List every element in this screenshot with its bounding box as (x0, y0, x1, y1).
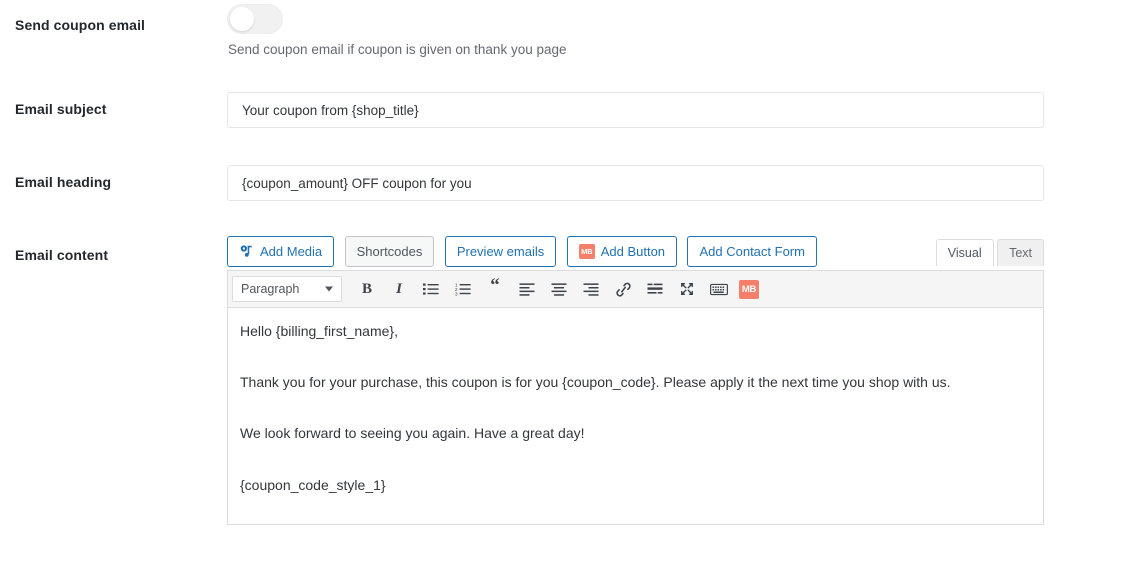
toggle-knob (230, 7, 254, 31)
add-button-button[interactable]: MB Add Button (566, 236, 678, 267)
insert-link-icon[interactable] (611, 276, 635, 302)
settings-page: Send coupon email Send coupon email if c… (0, 0, 1148, 564)
email-heading-label: Email heading (15, 174, 112, 190)
paragraph-format-select[interactable]: Paragraph (232, 276, 342, 302)
send-coupon-email-toggle[interactable] (227, 4, 283, 34)
email-heading-input[interactable] (227, 165, 1044, 201)
chevron-down-icon (325, 286, 333, 292)
email-content-editor: Add Media Shortcodes Preview emails MB A… (227, 236, 1044, 526)
editor-media-bar: Add Media Shortcodes Preview emails MB A… (227, 236, 1044, 270)
align-left-icon[interactable] (515, 276, 539, 302)
add-media-label: Add Media (260, 244, 323, 259)
numbered-list-icon[interactable]: 1 2 3 (451, 276, 475, 302)
read-more-icon[interactable] (643, 276, 667, 302)
svg-text:3: 3 (455, 291, 458, 296)
editor-paragraph: Thank you for your purchase, this coupon… (240, 374, 951, 391)
email-subject-label: Email subject (15, 101, 107, 117)
add-contact-form-label: Add Contact Form (699, 244, 805, 259)
add-media-button[interactable]: Add Media (227, 236, 335, 267)
email-subject-input[interactable] (227, 92, 1044, 128)
preview-emails-button[interactable]: Preview emails (444, 236, 557, 267)
editor-paragraph: Hello {billing_first_name}, (240, 323, 398, 339)
send-coupon-email-help-text: Send coupon email if coupon is given on … (228, 42, 567, 57)
add-media-icon (239, 244, 254, 259)
italic-icon[interactable]: I (387, 276, 411, 302)
send-coupon-email-toggle-wrap (227, 4, 283, 34)
shortcodes-label: Shortcodes (356, 244, 423, 259)
add-button-label: Add Button (600, 244, 666, 259)
align-right-icon[interactable] (579, 276, 603, 302)
editor-paragraph: We look forward to seeing you again. Hav… (240, 425, 585, 442)
editor-mode-tabs: Visual Text (935, 239, 1044, 266)
paragraph-format-value: Paragraph (241, 282, 300, 296)
send-coupon-email-label: Send coupon email (15, 17, 146, 33)
bulleted-list-icon[interactable] (419, 276, 443, 302)
mb-button-icon[interactable]: MB (739, 279, 759, 299)
tab-visual[interactable]: Visual (935, 239, 994, 266)
keyboard-shortcuts-icon[interactable] (707, 276, 731, 302)
editor-format-toolbar: Paragraph B I 1 2 3 “ MB (227, 270, 1044, 308)
editor-content-area[interactable]: Hello {billing_first_name}, Thank you fo… (227, 308, 1044, 525)
blockquote-icon[interactable]: “ (483, 276, 507, 302)
tab-text[interactable]: Text (997, 239, 1044, 266)
add-contact-form-button[interactable]: Add Contact Form (687, 236, 817, 267)
mb-badge-icon: MB (578, 244, 595, 259)
preview-emails-label: Preview emails (456, 244, 545, 259)
fullscreen-icon[interactable] (675, 276, 699, 302)
bold-icon[interactable]: B (355, 276, 379, 302)
editor-paragraph: {coupon_code_style_1} (240, 476, 386, 493)
email-content-label: Email content (15, 247, 109, 263)
align-center-icon[interactable] (547, 276, 571, 302)
shortcodes-button[interactable]: Shortcodes (344, 236, 435, 267)
